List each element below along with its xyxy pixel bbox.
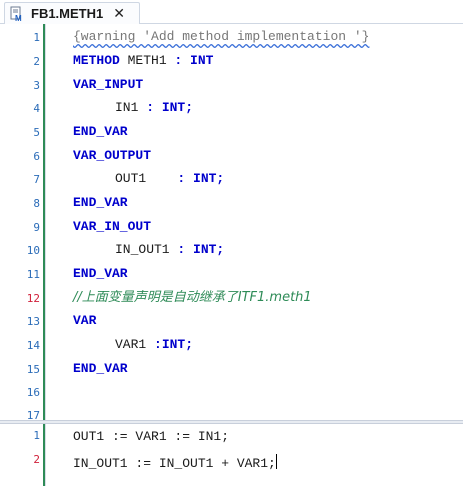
code-line: {warning 'Add method implementation '} [73,30,369,43]
line-number: 13 [26,315,40,328]
keyword: METHOD [73,53,120,68]
code-line: OUT1 := VAR1 := IN1; [73,430,229,443]
code-line: VAR_IN_OUT [73,220,151,233]
close-icon[interactable]: ✕ [113,7,125,21]
line-number: 2 [33,55,40,68]
statement: OUT1 := VAR1 := IN1; [73,429,230,444]
type: : INT; [146,100,194,115]
statement: IN_OUT1 := IN_OUT1 + VAR1; [73,456,276,471]
code-line: VAR_INPUT [73,78,143,91]
line-number: 9 [33,221,40,234]
type: INT [182,53,214,68]
code-line: VAR [73,314,96,327]
code-line: VAR_OUTPUT [73,149,151,162]
implementation-gutter: 1 2 [0,424,46,486]
variable-name: IN1 [115,100,147,115]
text-cursor [275,454,277,469]
line-number: 7 [33,173,40,186]
code-line: VAR1 :INT; [115,338,193,351]
type: : INT; [177,171,225,186]
keyword: VAR_IN_OUT [73,219,152,234]
keyword: END_VAR [73,361,128,376]
warning-pragma: {warning 'Add method implementation '} [73,29,370,44]
keyword: VAR_INPUT [73,77,144,92]
line-number: 11 [26,268,40,281]
keyword: VAR [73,313,97,328]
type: : INT; [177,242,225,257]
variable-name: OUT1 [115,171,178,186]
tab-fb1-meth1[interactable]: M FB1.METH1 ✕ [4,2,140,24]
line-number: 16 [26,386,40,399]
keyword: END_VAR [73,124,128,139]
code-line: END_VAR [73,267,128,280]
code-line: METHOD METH1 : INT [73,54,213,67]
svg-text:M: M [15,14,22,22]
line-number: 8 [33,197,40,210]
method-file-icon: M [10,6,22,22]
variable-name: IN_OUT1 [115,242,178,257]
type: :INT; [154,337,194,352]
code-line: END_VAR [73,125,128,138]
pane-splitter[interactable] [0,420,463,424]
variable-name: VAR1 [115,337,155,352]
code-line: IN_OUT1 := IN_OUT1 + VAR1; [73,454,277,470]
line-number: 2 [33,453,40,466]
editor-tab-bar: M FB1.METH1 ✕ [0,0,463,24]
keyword: END_VAR [73,195,128,210]
declaration-gutter: 1 2 3 4 5 6 7 8 9 10 11 12 13 14 15 16 1… [0,24,46,422]
code-line: END_VAR [73,196,128,209]
line-number: 15 [26,363,40,376]
keyword: VAR_OUTPUT [73,148,152,163]
line-number: 4 [33,102,40,115]
line-number: 10 [26,244,40,257]
line-number: 1 [33,31,40,44]
line-number: 6 [33,150,40,163]
line-comment: //上面变量声明是自动继承了ITF1.meth1 [73,290,312,305]
method-name: METH1 [119,53,175,68]
change-bar [43,424,45,486]
code-line: OUT1 : INT; [115,172,224,185]
keyword: END_VAR [73,266,128,281]
change-bar [43,24,45,420]
tab-title: FB1.METH1 [31,6,104,21]
code-line: END_VAR [73,362,128,375]
code-line: IN_OUT1 : INT; [115,243,224,256]
line-number: 14 [26,339,40,352]
code-line: IN1 : INT; [115,101,193,114]
line-number: 12 [26,292,40,305]
code-line: //上面变量声明是自动继承了ITF1.meth1 [73,291,312,304]
line-number: 5 [33,126,40,139]
line-number: 1 [33,429,40,442]
line-number: 3 [33,79,40,92]
